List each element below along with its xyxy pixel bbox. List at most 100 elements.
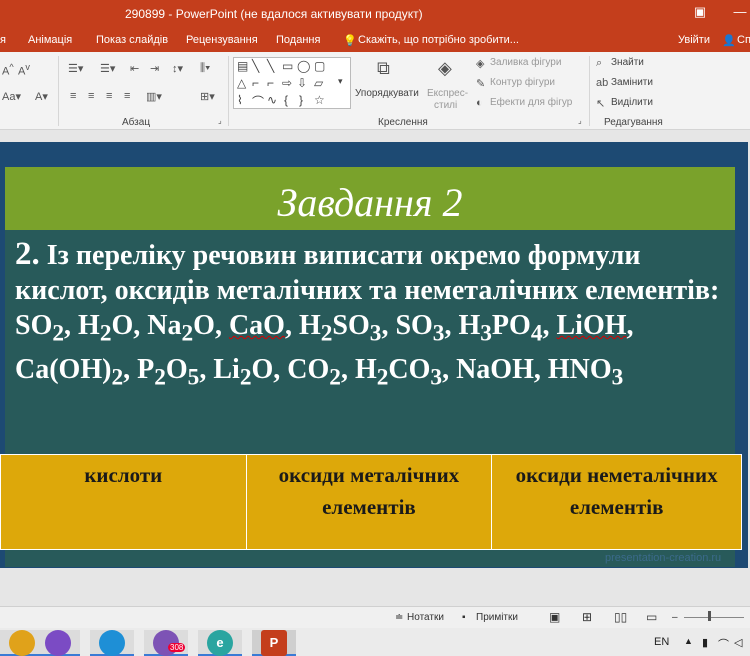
oval-shape-icon[interactable]: ◯ bbox=[297, 59, 310, 73]
brace-left-shape-icon[interactable]: { bbox=[284, 93, 288, 107]
dialog-launcher-icon[interactable]: ⌟ bbox=[578, 116, 582, 125]
shape-effects-button[interactable]: Ефекти для фігур bbox=[490, 97, 572, 108]
ribbon-tabs: я Анімація Показ слайдів Рецензування По… bbox=[0, 28, 750, 52]
viber-taskbar-button[interactable]: 308 bbox=[144, 630, 188, 656]
comments-button[interactable]: Примітки bbox=[476, 612, 518, 623]
tab-animation[interactable]: Анімація bbox=[28, 34, 72, 46]
freeform-shape-icon[interactable]: ∿ bbox=[267, 93, 277, 107]
table-header-nonmetal-oxides[interactable]: оксиди неметалічних елементів bbox=[491, 454, 742, 550]
replace-icon: ab bbox=[596, 77, 609, 89]
volume-icon[interactable]: ◁ bbox=[734, 636, 742, 649]
find-button[interactable]: Знайти bbox=[611, 57, 644, 68]
yandex-browser-taskbar-button[interactable] bbox=[36, 630, 80, 656]
rectangle-shape-icon[interactable]: ▭ bbox=[282, 59, 293, 73]
restore-icon[interactable]: ▣ bbox=[690, 4, 710, 22]
chevron-up-icon[interactable]: ▲ bbox=[684, 636, 693, 646]
document-shape-icon[interactable]: ▱ bbox=[314, 76, 323, 90]
bullets-icon[interactable]: ☰▾ bbox=[68, 62, 83, 75]
group-label-editing: Редагування bbox=[604, 117, 663, 128]
tell-me-search[interactable]: Скажіть, що потрібно зробити... bbox=[358, 34, 519, 46]
tab-view[interactable]: Подання bbox=[276, 34, 320, 46]
edge-taskbar-button[interactable] bbox=[90, 630, 134, 656]
powerpoint-taskbar-button[interactable]: P bbox=[252, 630, 296, 656]
shape-outline-button[interactable]: Контур фігури bbox=[490, 77, 555, 88]
sign-in-link[interactable]: Увійти bbox=[678, 34, 710, 46]
replace-button[interactable]: Замінити bbox=[611, 77, 653, 88]
justify-icon[interactable]: ≡ bbox=[124, 90, 130, 102]
slide-sorter-icon[interactable]: ⊞ bbox=[582, 610, 592, 624]
columns-icon[interactable]: ⫼▾ bbox=[200, 62, 210, 75]
comments-icon[interactable]: ▪ bbox=[462, 612, 466, 623]
arrange-icon[interactable]: ⧉ bbox=[377, 58, 390, 79]
slide-title[interactable]: Завдання 2 bbox=[5, 179, 735, 226]
align-right-icon[interactable]: ≡ bbox=[106, 90, 112, 102]
tab-slideshow[interactable]: Показ слайдів bbox=[96, 34, 168, 46]
title-banner: Завдання 2 bbox=[5, 167, 735, 230]
star-shape-icon[interactable]: ☆ bbox=[314, 93, 325, 107]
connector-shape-icon[interactable]: ⌐ bbox=[252, 76, 259, 90]
reading-view-icon[interactable]: ▯▯ bbox=[614, 610, 627, 624]
status-bar: ≐ Нотатки ▪ Примітки ▣ ⊞ ▯▯ ▭ – bbox=[0, 606, 750, 628]
zoom-out-icon[interactable]: – bbox=[672, 612, 678, 623]
smartart-icon[interactable]: ⊞▾ bbox=[200, 90, 215, 103]
table-header-acids[interactable]: кислоти bbox=[0, 454, 247, 550]
increase-indent-icon[interactable]: ⇥ bbox=[150, 62, 159, 75]
select-cursor-icon: ↖ bbox=[596, 98, 606, 110]
network-icon[interactable]: ⌒ bbox=[718, 636, 729, 652]
triangle-shape-icon[interactable]: △ bbox=[237, 76, 246, 90]
normal-view-icon[interactable]: ▣ bbox=[549, 610, 560, 624]
align-center-icon[interactable]: ≡ bbox=[88, 90, 94, 102]
battery-icon[interactable]: ▮ bbox=[702, 636, 708, 649]
quick-styles-label-2[interactable]: стилі bbox=[434, 100, 457, 111]
decrease-indent-icon[interactable]: ⇤ bbox=[130, 62, 139, 75]
quick-styles-label[interactable]: Експрес- bbox=[427, 88, 468, 99]
columns-split-icon[interactable]: ▥▾ bbox=[146, 90, 162, 103]
quick-styles-icon[interactable]: ◈ bbox=[438, 58, 452, 79]
pen-icon: ✎ bbox=[476, 78, 486, 90]
zoom-slider-thumb[interactable] bbox=[708, 611, 711, 621]
shape-fill-button[interactable]: Заливка фігури bbox=[490, 57, 561, 68]
tab-partial[interactable]: я bbox=[0, 34, 6, 46]
slideshow-icon[interactable]: ▭ bbox=[646, 610, 657, 624]
edge-legacy-taskbar-button[interactable]: e bbox=[198, 630, 242, 656]
text-box-shape-icon[interactable]: ▤ bbox=[237, 59, 248, 73]
taskbar: 308 e P EN ▲ ▮ ⌒ ◁ bbox=[0, 628, 750, 656]
arrow-down-shape-icon[interactable]: ⇩ bbox=[297, 76, 307, 90]
notes-button[interactable]: Нотатки bbox=[407, 612, 444, 623]
language-indicator[interactable]: EN bbox=[654, 636, 669, 648]
table-header-metal-oxides[interactable]: оксиди металічних елементів bbox=[245, 454, 493, 550]
numbering-icon[interactable]: ☰▾ bbox=[100, 62, 115, 75]
arc-shape-icon[interactable]: ⌒ bbox=[252, 93, 264, 110]
answer-table[interactable]: кислоти оксиди металічних елементів окси… bbox=[0, 454, 742, 550]
font-size-down-icon[interactable]: Av bbox=[18, 62, 30, 78]
notes-icon[interactable]: ≐ bbox=[395, 612, 403, 623]
arrow-right-shape-icon[interactable]: ⇨ bbox=[282, 76, 292, 90]
select-button[interactable]: Виділити bbox=[611, 97, 653, 108]
zoom-slider[interactable] bbox=[684, 617, 744, 618]
rounded-rect-shape-icon[interactable]: ▢ bbox=[314, 59, 325, 73]
tab-review[interactable]: Рецензування bbox=[186, 34, 258, 46]
task-number: 2. bbox=[15, 236, 40, 272]
curve-shape-icon[interactable]: ⌇ bbox=[237, 93, 243, 107]
align-left-icon[interactable]: ≡ bbox=[70, 90, 76, 102]
arrange-label[interactable]: Упорядкувати bbox=[355, 88, 419, 99]
line-shape-icon[interactable]: ╲ bbox=[252, 59, 259, 73]
task-text[interactable]: 2. Із переліку речовин виписати окремо ф… bbox=[15, 237, 730, 395]
change-case-icon[interactable]: Aa▾ bbox=[2, 90, 21, 103]
paint-bucket-icon: ◈ bbox=[476, 58, 485, 70]
effects-icon: ◐ bbox=[476, 97, 483, 109]
gallery-more-icon[interactable]: ▾ bbox=[338, 76, 343, 87]
watermark: presentation-creation.ru bbox=[605, 552, 722, 564]
connector-shape-icon[interactable]: ⌐ bbox=[267, 76, 274, 90]
share-label[interactable]: Сп bbox=[737, 34, 750, 46]
line-shape-icon[interactable]: ╲ bbox=[267, 59, 274, 73]
separator bbox=[589, 56, 590, 126]
line-spacing-icon[interactable]: ↕▾ bbox=[172, 62, 183, 75]
minimize-icon[interactable]: — bbox=[730, 4, 750, 22]
brace-right-shape-icon[interactable]: } bbox=[299, 93, 303, 107]
font-color-icon[interactable]: A▾ bbox=[35, 90, 48, 103]
share-icon[interactable]: 👤 bbox=[722, 34, 736, 47]
shapes-gallery[interactable]: ▤ ╲ ╲ ▭ ◯ ▢ △ ⌐ ⌐ ⇨ ⇩ ▱ ⌇ ⌒ ∿ { } ☆ ▾ bbox=[233, 57, 351, 109]
font-size-up-icon[interactable]: A^ bbox=[2, 62, 14, 78]
dialog-launcher-icon[interactable]: ⌟ bbox=[218, 116, 222, 125]
